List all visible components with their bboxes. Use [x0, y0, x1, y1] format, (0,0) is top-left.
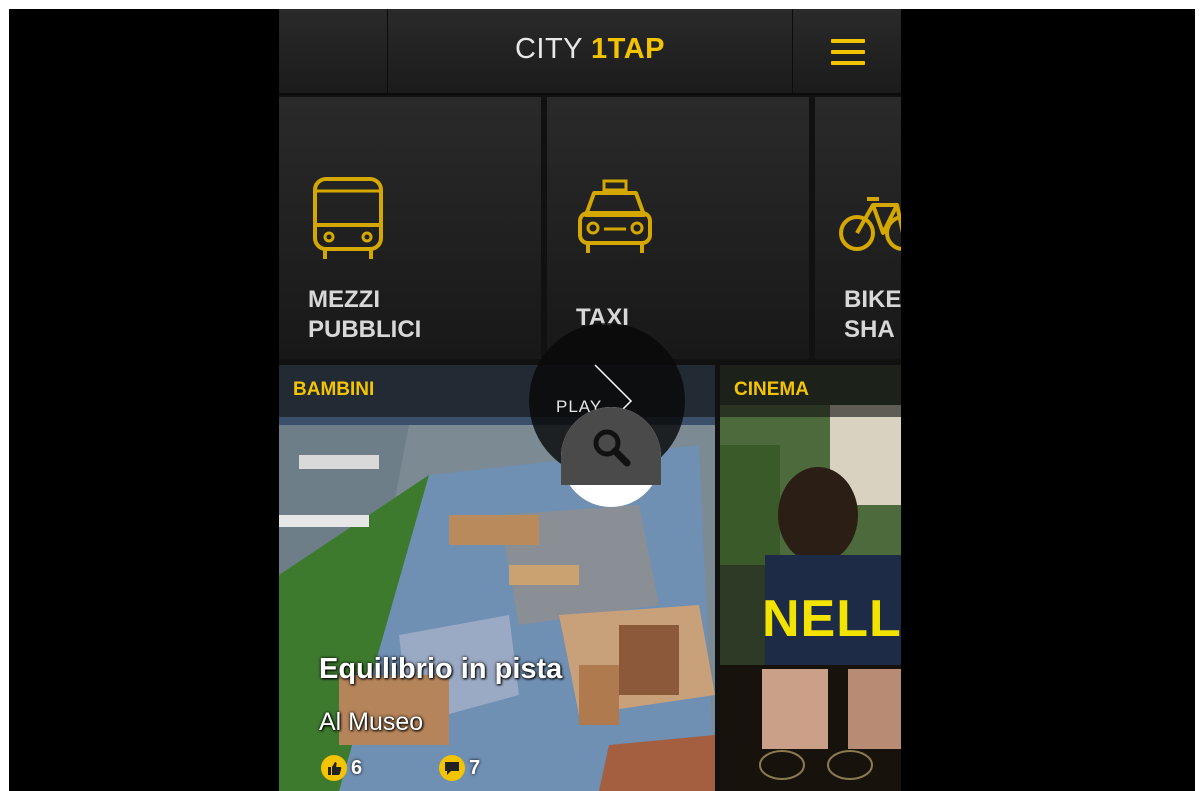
search-button[interactable]	[561, 407, 661, 507]
screenshot-frame: CITY 1TAP MEZZI PUBBLICI TAXI BIKE SHA B…	[9, 9, 1195, 791]
feed-card-cinema[interactable]: NELL CINEMA	[720, 365, 901, 791]
tile-label: MEZZI PUBBLICI	[308, 286, 422, 343]
poster-title-text: NELL	[762, 590, 901, 648]
taxi-icon	[578, 179, 652, 253]
menu-button[interactable]	[792, 9, 901, 93]
app-screen: CITY 1TAP MEZZI PUBBLICI TAXI BIKE SHA B…	[279, 9, 901, 791]
comment-count-value: 7	[469, 756, 481, 779]
comment-bubble-icon	[439, 755, 465, 781]
play-overlay[interactable]: PLAY	[529, 323, 685, 507]
brand-prefix: CITY	[514, 33, 584, 65]
tile-bike-sharing[interactable]: BIKE SHA	[815, 97, 901, 359]
like-count[interactable]: 6	[321, 755, 362, 785]
movie-poster-image	[720, 365, 901, 791]
brand-title: CITY 1TAP	[387, 33, 793, 66]
tile-mezzi-pubblici[interactable]: MEZZI PUBBLICI	[279, 97, 541, 359]
event-title: Equilibrio in pista	[319, 653, 563, 685]
app-header: CITY 1TAP	[279, 9, 901, 95]
tile-taxi[interactable]: TAXI	[547, 97, 809, 359]
category-bar: CINEMA	[720, 365, 901, 417]
bicycle-icon	[839, 197, 901, 251]
brand-accent: 1TAP	[591, 33, 666, 65]
category-label: CINEMA	[734, 379, 809, 400]
event-venue: Al Museo	[319, 708, 424, 736]
like-count-value: 6	[351, 756, 363, 779]
search-icon	[593, 429, 631, 467]
comment-count[interactable]: 7	[439, 755, 480, 785]
hamburger-menu-icon	[831, 39, 865, 65]
bus-icon	[313, 177, 383, 259]
header-left-cell	[279, 9, 388, 93]
tile-label: BIKE SHA	[844, 286, 901, 343]
thumbs-up-icon	[321, 755, 347, 781]
category-label: BAMBINI	[293, 379, 375, 400]
